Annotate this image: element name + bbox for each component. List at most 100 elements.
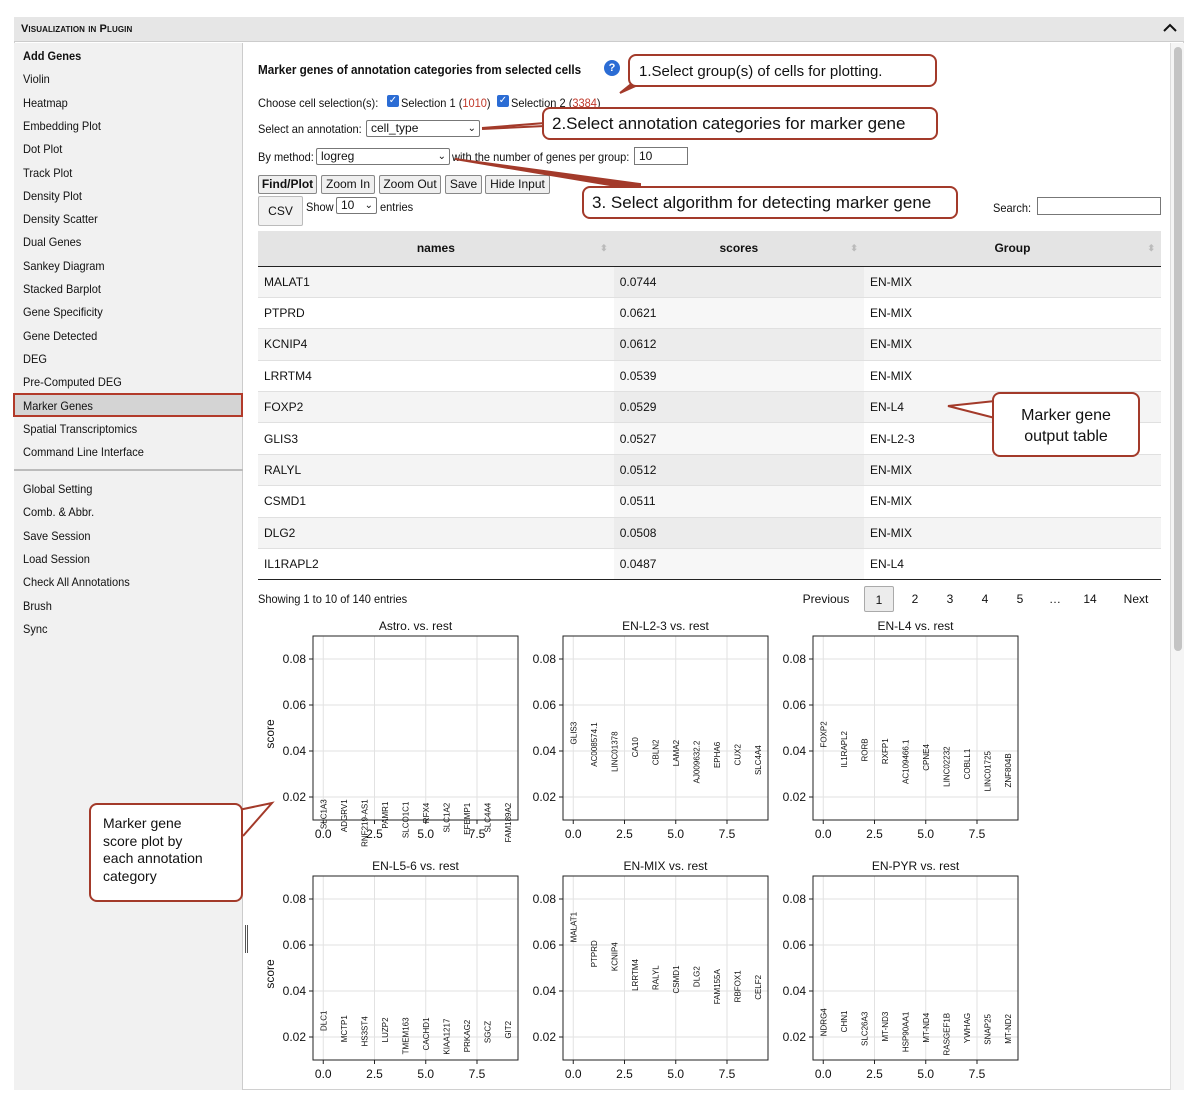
table-cell: EN-MIX (863, 266, 1161, 298)
callout-step2: 2.Select annotation categories for marke… (542, 107, 938, 140)
save-button[interactable]: Save (445, 175, 482, 194)
method-select[interactable]: logreg ⌄ (316, 148, 450, 165)
sidebar-item-load-session[interactable]: Load Session (23, 552, 90, 566)
table-row[interactable]: DLG2 0.0508 EN-MIX (258, 517, 1161, 550)
sidebar-item-density-scatter[interactable]: Density Scatter (23, 212, 98, 226)
sidebar-item-dual-genes[interactable]: Dual Genes (23, 235, 81, 249)
zoom-out-button[interactable]: Zoom Out (379, 175, 441, 194)
sidebar-item-marker-genes[interactable]: Marker Genes (23, 399, 93, 413)
sidebar-divider (14, 469, 243, 471)
sidebar-item-global-setting[interactable]: Global Setting (23, 482, 92, 496)
sidebar-item-command-line-interface[interactable]: Command Line Interface (23, 445, 144, 459)
callout-output-table: Marker gene output table (992, 392, 1140, 457)
sidebar-item-track-plot[interactable]: Track Plot (23, 166, 72, 180)
table-row[interactable]: MALAT1 0.0744 EN-MIX (258, 266, 1161, 298)
genes-per-group-input[interactable]: 10 (634, 147, 688, 165)
sidebar-item-add-genes[interactable]: Add Genes (23, 49, 81, 63)
table-cell: LRRTM4 (258, 360, 614, 393)
table-cell: 0.0612 (613, 328, 864, 361)
sidebar-item-sync[interactable]: Sync (23, 622, 48, 636)
page-button[interactable]: 2 (900, 586, 930, 612)
table-row[interactable]: KCNIP4 0.0612 EN-MIX (258, 328, 1161, 361)
page-button[interactable]: Next (1120, 586, 1152, 612)
table-cell: FOXP2 (258, 391, 614, 424)
sidebar-item-save-session[interactable]: Save Session (23, 529, 91, 543)
sidebar-item-deg[interactable]: DEG (23, 352, 47, 366)
sidebar-item-comb-abbr-[interactable]: Comb. & Abbr. (23, 505, 94, 519)
table-cell: MALAT1 (258, 266, 614, 298)
selection2-checkbox[interactable]: ✓ (497, 95, 509, 107)
column-header-names[interactable]: names ⬍ (258, 231, 614, 267)
help-icon[interactable]: ? (604, 60, 620, 76)
annotation-select[interactable]: cell_type ⌄ (366, 120, 480, 137)
page-button: … (1049, 592, 1061, 606)
chevron-up-icon[interactable] (1162, 20, 1178, 36)
table-row[interactable]: CSMD1 0.0511 EN-MIX (258, 485, 1161, 518)
sidebar-item-spatial-transcriptomics[interactable]: Spatial Transcriptomics (23, 422, 137, 436)
table-cell: EN-MIX (863, 485, 1161, 518)
search-input[interactable] (1037, 197, 1161, 215)
table-cell: EN-MIX (863, 517, 1161, 550)
sidebar-item-density-plot[interactable]: Density Plot (23, 189, 82, 203)
table-cell: PTPRD (258, 297, 614, 330)
page-title: Marker genes of annotation categories fr… (258, 62, 582, 77)
table-cell: IL1RAPL2 (258, 548, 614, 581)
panel-titlebar: Visualization in Plugin (14, 17, 1184, 42)
resize-handle[interactable] (245, 925, 248, 953)
show-label: Show (306, 200, 334, 214)
vertical-scrollbar[interactable] (1170, 43, 1184, 1090)
hide-input-button[interactable]: Hide Input (485, 175, 550, 194)
column-header-label: Group (994, 241, 1031, 256)
sidebar-item-brush[interactable]: Brush (23, 599, 52, 613)
page-button[interactable]: 14 (1075, 586, 1105, 612)
page-button[interactable]: 5 (1005, 586, 1035, 612)
table-cell: EN-L4 (863, 548, 1161, 581)
page-button[interactable]: Previous (800, 586, 852, 612)
sidebar-item-dot-plot[interactable]: Dot Plot (23, 142, 62, 156)
scrollbar-thumb[interactable] (1174, 47, 1182, 651)
entries-label: entries (380, 200, 414, 214)
column-header-label: names (416, 241, 455, 256)
sidebar-item-pre-computed-deg[interactable]: Pre-Computed DEG (23, 375, 122, 389)
sidebar: Add Genes Violin Heatmap Embedding Plot Dot … (13, 43, 243, 1090)
sidebar-item-embedding-plot[interactable]: Embedding Plot (23, 119, 101, 133)
find-plot-button[interactable]: Find/Plot (258, 175, 317, 194)
sort-icon: ⬍ (600, 243, 608, 253)
table-cell: 0.0511 (613, 485, 864, 518)
sidebar-item-stacked-barplot[interactable]: Stacked Barplot (23, 282, 101, 296)
sidebar-item-gene-specificity[interactable]: Gene Specificity (23, 305, 103, 319)
table-cell: EN-MIX (863, 328, 1161, 361)
sidebar-item-check-all-annotations[interactable]: Check All Annotations (23, 575, 130, 589)
app-window: { "window": {"title": "Visualization in … (0, 0, 1199, 1119)
table-cell: 0.0512 (613, 454, 864, 487)
method-label: By method: (258, 150, 314, 164)
table-row[interactable]: RALYL 0.0512 EN-MIX (258, 454, 1161, 487)
selection1-checkbox[interactable]: ✓ (387, 95, 399, 107)
sidebar-item-violin[interactable]: Violin (23, 72, 50, 86)
table-cell: 0.0508 (613, 517, 864, 550)
sidebar-item-gene-detected[interactable]: Gene Detected (23, 329, 97, 343)
callout-step1: 1.Select group(s) of cells for plotting. (628, 54, 937, 87)
zoom-in-button[interactable]: Zoom In (321, 175, 375, 194)
column-header-scores[interactable]: scores ⬍ (613, 231, 864, 267)
csv-button[interactable]: CSV (258, 196, 303, 226)
sort-icon: ⬍ (850, 243, 858, 253)
callout-step3: 3. Select algorithm for detecting marker… (582, 186, 958, 219)
table-row[interactable]: IL1RAPL2 0.0487 EN-L4 (258, 548, 1161, 581)
page-button[interactable]: 3 (935, 586, 965, 612)
chevron-down-icon: ⌄ (437, 151, 446, 162)
annotation-label: Select an annotation: (258, 122, 362, 136)
column-header-group[interactable]: Group ⬍ (863, 231, 1161, 267)
table-cell: RALYL (258, 454, 614, 487)
sidebar-item-sankey-diagram[interactable]: Sankey Diagram (23, 259, 105, 273)
entries-select[interactable]: 10 ⌄ (336, 197, 377, 214)
panel-title: Visualization in Plugin (21, 23, 133, 35)
search-label: Search: (993, 201, 1032, 215)
table-row[interactable]: PTPRD 0.0621 EN-MIX (258, 297, 1161, 330)
table-cell: CSMD1 (258, 485, 614, 518)
page-button[interactable]: 1 (864, 586, 894, 612)
sidebar-item-heatmap[interactable]: Heatmap (23, 96, 68, 110)
table-row[interactable]: LRRTM4 0.0539 EN-MIX (258, 360, 1161, 393)
page-button[interactable]: 4 (970, 586, 1000, 612)
table-cell: 0.0621 (613, 297, 864, 330)
